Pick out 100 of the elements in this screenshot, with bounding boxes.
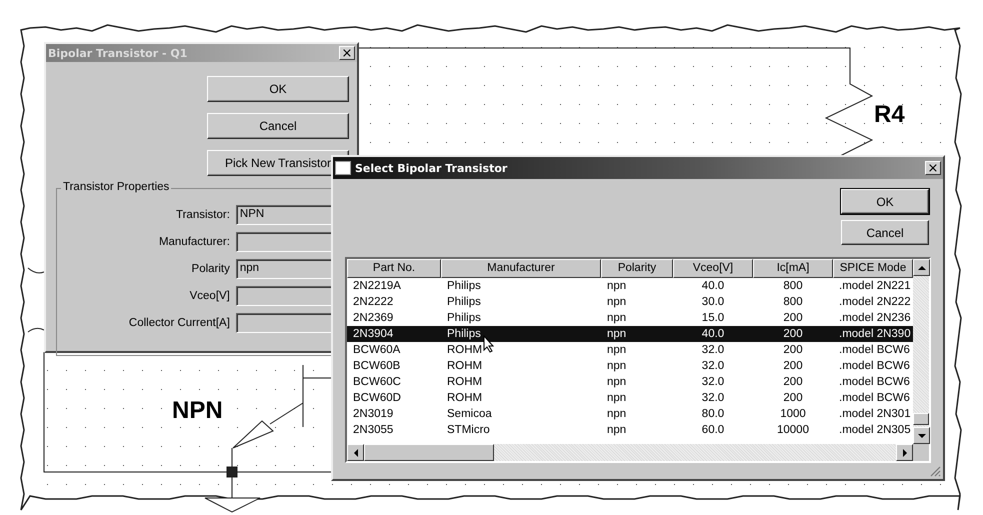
field-label: Transistor: xyxy=(175,209,230,221)
scroll-up-button[interactable] xyxy=(913,259,930,276)
scrollbar-corner xyxy=(913,444,929,461)
table-cell-text: .model 2N301 xyxy=(838,408,912,420)
table-cell-text: 30.0 xyxy=(700,296,726,308)
table-cell-text: .model 2N305 xyxy=(838,424,912,436)
table-cell-text: 10000 xyxy=(776,424,810,436)
table-row[interactable]: 2N2222 Philips npn 30.0 800 .model 2N222 xyxy=(347,294,913,310)
window-title: Select Bipolar Transistor xyxy=(355,162,508,174)
wire xyxy=(28,268,44,274)
table-cell-text: 2N2222 xyxy=(352,296,394,308)
table-cell-text: npn xyxy=(606,344,628,356)
horizontal-scrollbar[interactable] xyxy=(347,444,913,461)
table-cell-text: 2N2219A xyxy=(352,280,402,292)
table-row[interactable]: 2N2219A Philips npn 40.0 800 .model 2N221 xyxy=(347,278,913,294)
table-cell-text: 200 xyxy=(782,376,804,388)
scroll-thumb[interactable] xyxy=(913,413,929,425)
table-cell-text: npn xyxy=(606,392,628,404)
table-cell-text: npn xyxy=(606,376,628,388)
resistor-label: R4 xyxy=(874,101,905,128)
column-header[interactable]: SPICE Mode xyxy=(833,259,913,278)
column-header[interactable]: Manufacturer xyxy=(441,259,601,278)
vertical-scrollbar[interactable] xyxy=(913,259,929,461)
dialog-button[interactable]: Cancel xyxy=(207,113,349,139)
table-row[interactable]: 2N3904 Philips npn 40.0 200 .model 2N390 xyxy=(347,326,913,342)
table-cell-text: npn xyxy=(606,424,628,436)
table-cell-text: npn xyxy=(606,296,628,308)
dialog-button[interactable]: OK xyxy=(841,189,929,214)
table-cell-text: 32.0 xyxy=(700,392,726,404)
table-cell-text: 32.0 xyxy=(700,344,726,356)
table-row[interactable]: BCW60B ROHM npn 32.0 200 .model BCW6 xyxy=(347,358,913,374)
table-cell-text: 800 xyxy=(782,296,804,308)
table-cell-text: 40.0 xyxy=(700,328,726,340)
left-arrow-icon xyxy=(352,448,358,456)
table-cell-text: 80.0 xyxy=(700,408,726,420)
table-cell-text: 200 xyxy=(782,328,804,340)
table-cell-text: 2N2369 xyxy=(352,312,394,324)
table-cell-text: 2N3904 xyxy=(352,328,394,340)
table-cell-text: .model BCW6 xyxy=(838,344,911,356)
table-cell-text: STMicro xyxy=(446,424,491,436)
window-icon xyxy=(335,161,351,175)
table-row[interactable]: BCW60C ROHM npn 32.0 200 .model BCW6 xyxy=(347,374,913,390)
field-label: Collector Current[A] xyxy=(128,317,230,329)
table-cell-text: ROHM xyxy=(446,360,484,372)
table-cell-text: ROHM xyxy=(446,392,484,404)
table-cell-text: BCW60D xyxy=(352,392,402,404)
field-label: Vceo[V] xyxy=(188,290,230,302)
table-cell-text: BCW60B xyxy=(352,360,402,372)
table-cell-text: ROHM xyxy=(446,376,484,388)
table-cell-text: npn xyxy=(606,360,628,372)
table-cell-text: Philips xyxy=(446,328,482,340)
table-cell-text: .model BCW6 xyxy=(838,392,911,404)
table-cell-text: .model 2N390 xyxy=(838,328,912,340)
right-arrow-icon xyxy=(902,448,908,456)
column-header[interactable]: Part No. xyxy=(347,259,441,278)
table-cell-text: Philips xyxy=(446,296,482,308)
down-arrow-icon xyxy=(918,432,926,438)
table-cell-text: 200 xyxy=(782,360,804,372)
mouse-pointer-icon xyxy=(483,335,495,353)
scroll-thumb[interactable] xyxy=(364,444,494,461)
table-cell-text: npn xyxy=(606,280,628,292)
scroll-right-button[interactable] xyxy=(896,444,913,461)
column-header[interactable]: Ic[mA] xyxy=(753,259,833,278)
table-cell-text: 800 xyxy=(782,280,804,292)
table-cell-text: 2N3019 xyxy=(352,408,394,420)
table-cell-text: .model 2N222 xyxy=(838,296,912,308)
table-row[interactable]: 2N3019 Semicoa npn 80.0 1000 .model 2N301 xyxy=(347,406,913,422)
table-cell-text: 15.0 xyxy=(700,312,726,324)
table-cell-text: 200 xyxy=(782,392,804,404)
table-row[interactable]: 2N2369 Philips npn 15.0 200 .model 2N236 xyxy=(347,310,913,326)
scroll-left-button[interactable] xyxy=(347,444,364,461)
table-cell-text: Semicoa xyxy=(446,408,493,420)
column-header[interactable]: Vceo[V] xyxy=(673,259,753,278)
table-cell-text: 200 xyxy=(782,312,804,324)
table-row[interactable]: BCW60A ROHM npn 32.0 200 .model BCW6 xyxy=(347,342,913,358)
window-title: Bipolar Transistor - Q1 xyxy=(48,46,188,60)
table-cell-text: npn xyxy=(606,312,628,324)
table-cell-text: 2N3055 xyxy=(352,424,394,436)
up-arrow-icon xyxy=(918,264,926,270)
field-label: Manufacturer: xyxy=(158,236,230,248)
table-cell-text: .model 2N221 xyxy=(838,280,912,292)
column-header[interactable]: Polarity xyxy=(601,259,673,278)
dialog-button[interactable]: Cancel xyxy=(841,220,929,245)
table-row[interactable]: BCW60D ROHM npn 32.0 200 .model BCW6 xyxy=(347,390,913,406)
resize-grip-icon xyxy=(930,466,941,477)
table-cell-text: Philips xyxy=(446,280,482,292)
table-cell-text: npn xyxy=(606,408,628,420)
table-cell-text: BCW60C xyxy=(352,376,402,388)
table-cell-text: .model BCW6 xyxy=(838,376,911,388)
dialog-button[interactable]: OK xyxy=(207,76,349,102)
transistor-label: NPN xyxy=(172,397,223,424)
wire xyxy=(28,328,44,332)
close-button[interactable]: × xyxy=(925,161,941,175)
table-cell-text: 60.0 xyxy=(700,424,726,436)
table-cell-text: npn xyxy=(606,328,628,340)
scroll-down-button[interactable] xyxy=(913,427,930,444)
table-row[interactable]: 2N3055 STMicro npn 60.0 10000 .model 2N305 xyxy=(347,422,913,438)
table-cell-text: 32.0 xyxy=(700,360,726,372)
table-cell-text: .model 2N236 xyxy=(838,312,912,324)
group-title: Transistor Properties xyxy=(61,181,172,193)
